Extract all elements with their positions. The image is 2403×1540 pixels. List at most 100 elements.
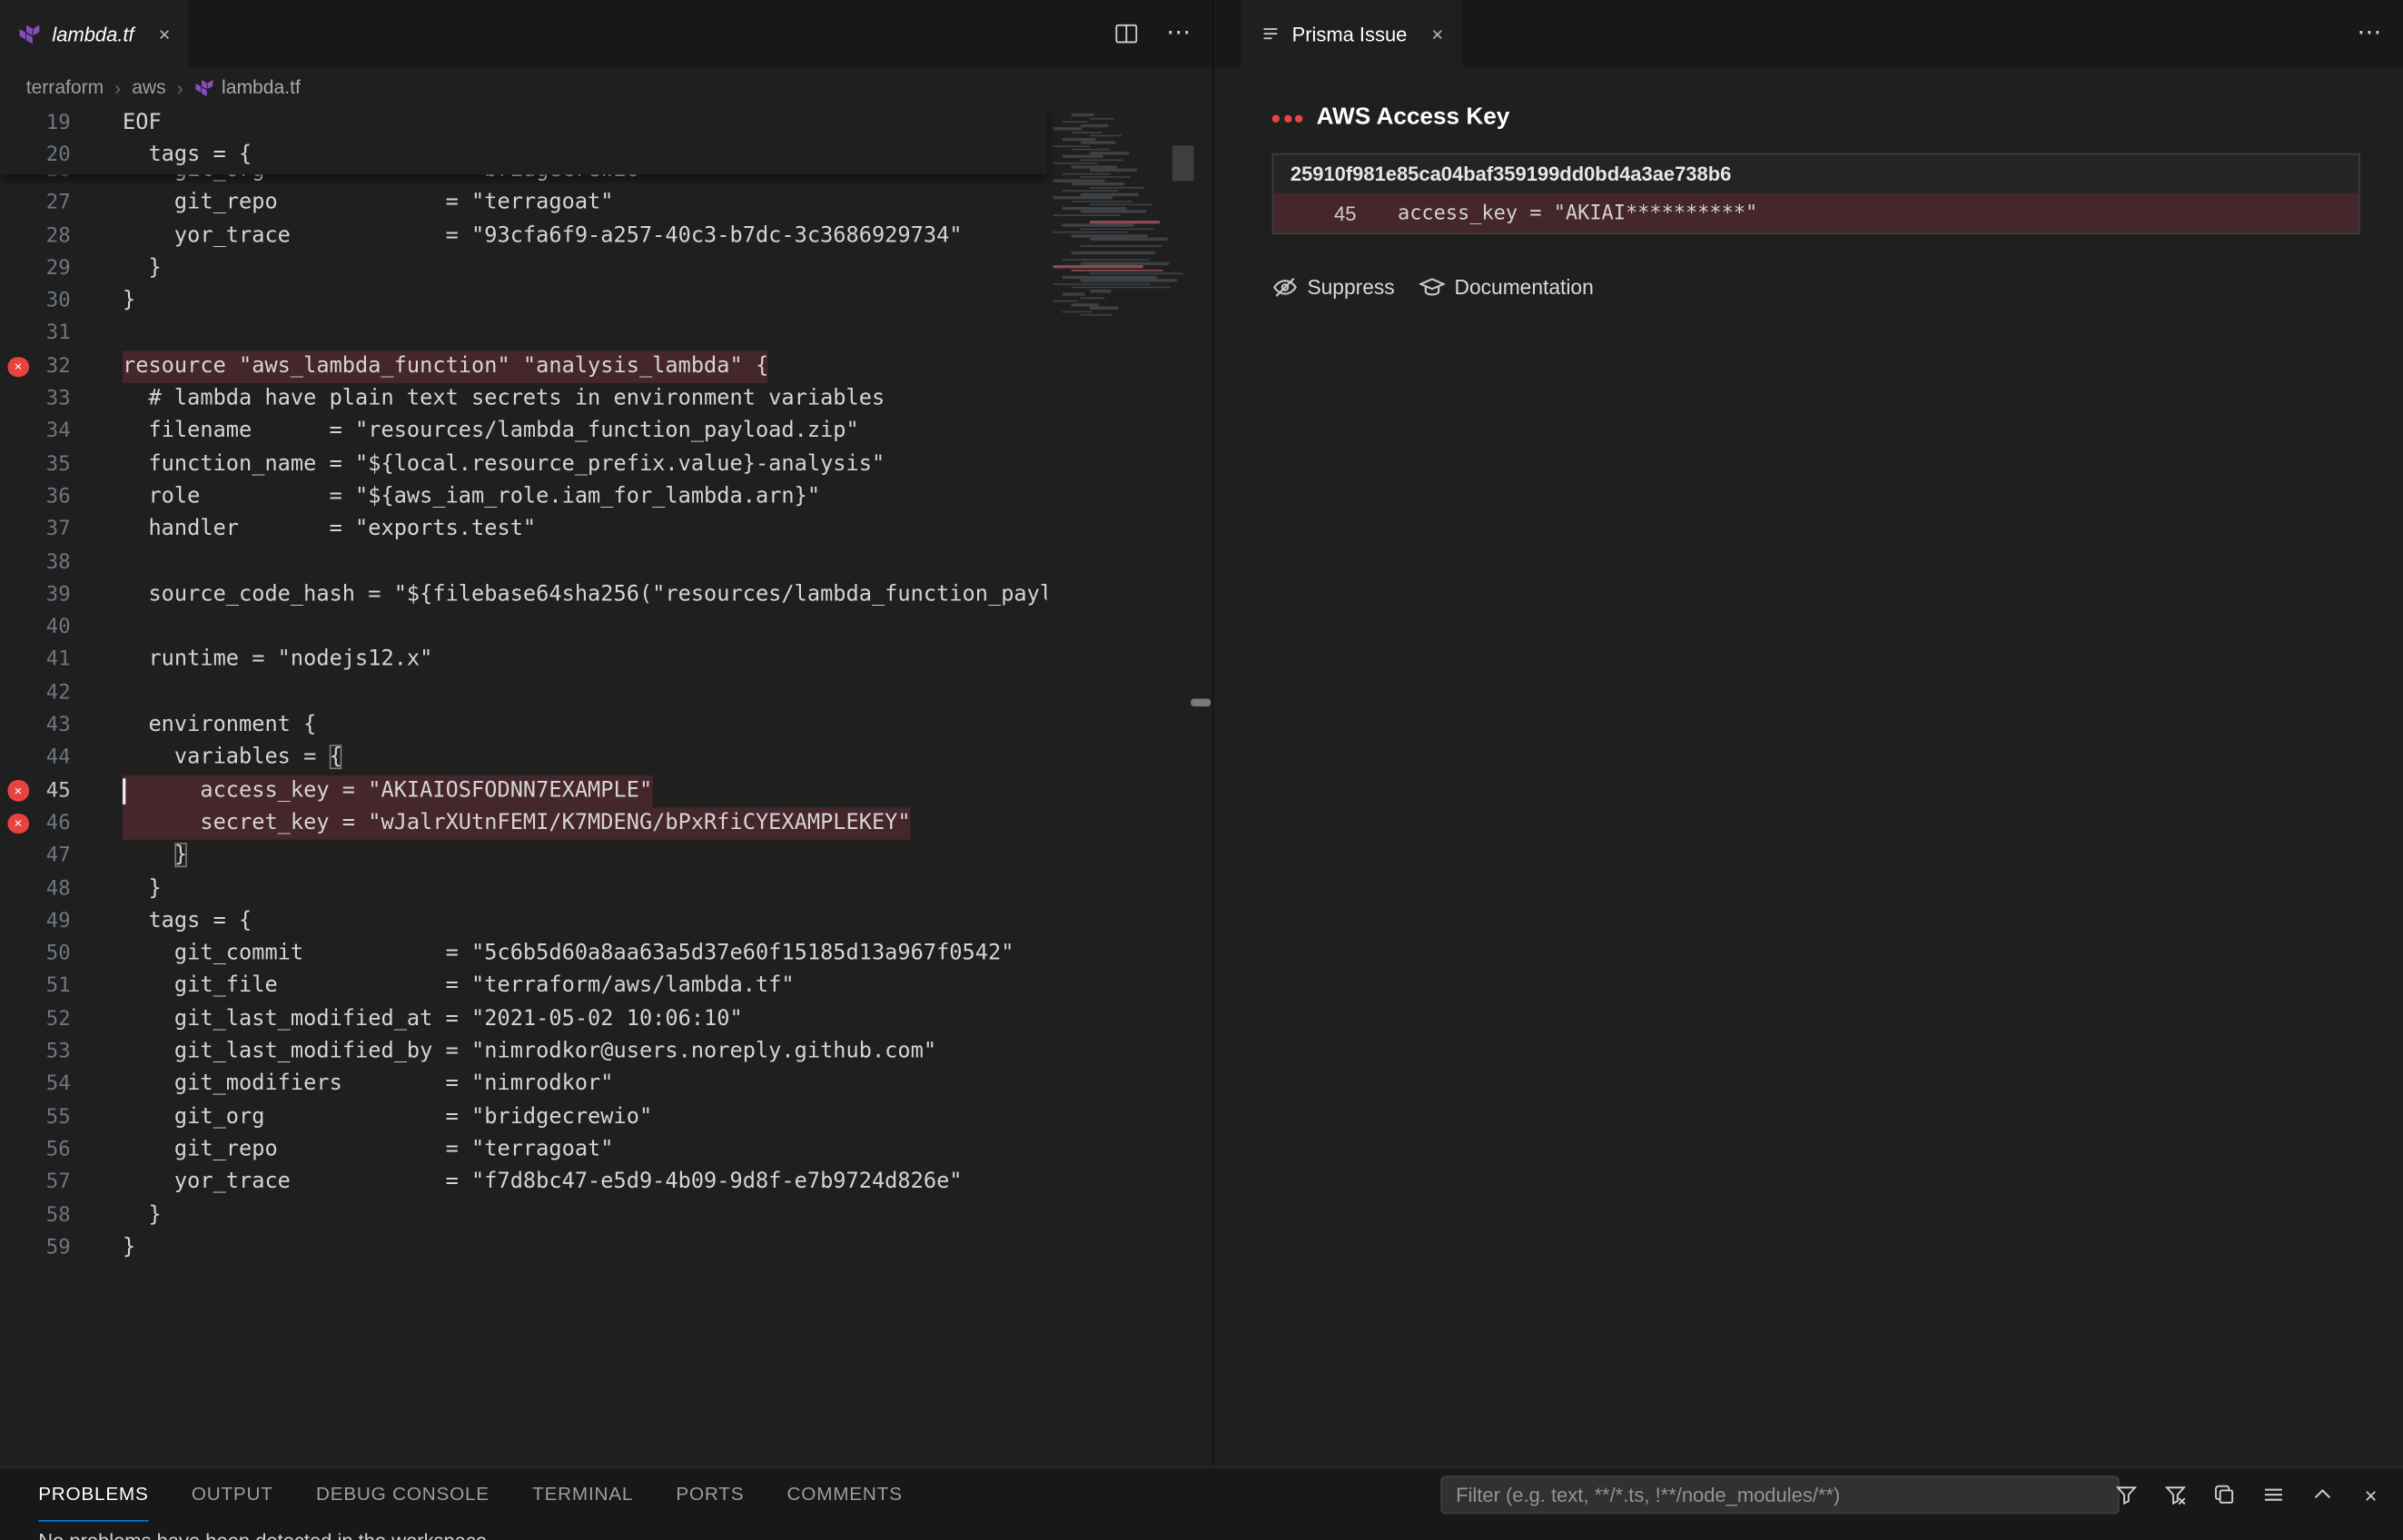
- finding-code-row[interactable]: 45 access_key = "AKIAI**********": [1273, 193, 2358, 233]
- finding-id: 25910f981e85ca04baf359199dd0bd4a3ae738b6: [1273, 154, 2358, 192]
- minimap-line: [1072, 269, 1163, 271]
- code-line[interactable]: ×32resource "aws_lambda_function" "analy…: [0, 350, 1047, 383]
- code-line[interactable]: 52 git_last_modified_at = "2021-05-02 10…: [0, 1003, 1047, 1036]
- breadcrumb-file[interactable]: lambda.tf: [194, 76, 301, 98]
- code-line[interactable]: 50 git_commit = "5c6b5d60a8aa63a5d37e60f…: [0, 938, 1047, 971]
- code-line[interactable]: 56 git_repo = "terragoat": [0, 1134, 1047, 1167]
- close-tab-icon[interactable]: ×: [1431, 24, 1443, 44]
- code-line[interactable]: 47 }: [0, 840, 1047, 873]
- code-line[interactable]: 44 variables = {: [0, 742, 1047, 775]
- code-line[interactable]: 51 git_file = "terraform/aws/lambda.tf": [0, 971, 1047, 1003]
- code-line[interactable]: 43 environment {: [0, 709, 1047, 742]
- error-marker-icon[interactable]: ×: [7, 814, 28, 834]
- code-text: git_last_modified_at = "2021-05-02 10:06…: [123, 1003, 743, 1036]
- problems-filter-input[interactable]: [1440, 1476, 2120, 1514]
- code-text: EOF: [123, 107, 162, 140]
- code-line[interactable]: 54 git_modifiers = "nimrodkor": [0, 1069, 1047, 1101]
- code-line[interactable]: 42: [0, 676, 1047, 709]
- line-number: 33: [0, 383, 71, 416]
- line-number: 58: [0, 1199, 71, 1231]
- code-line[interactable]: 57 yor_trace = "f7d8bc47-e5d9-4b09-9d8f-…: [0, 1167, 1047, 1199]
- split-editor-icon[interactable]: [1114, 22, 1139, 46]
- minimap-line: [1081, 262, 1170, 265]
- code-text: filename = "resources/lambda_function_pa…: [123, 416, 859, 449]
- error-marker-icon[interactable]: ×: [7, 356, 28, 377]
- chevron-up-icon[interactable]: [2308, 1481, 2335, 1508]
- code-text: git_repo = "terragoat": [123, 187, 614, 220]
- code-text: git_repo = "terragoat": [123, 1134, 614, 1167]
- documentation-label: Documentation: [1455, 276, 1594, 299]
- code-editor[interactable]: 26 git_org = "bridgecrewio"27 git_repo =…: [0, 107, 1212, 1466]
- code-line[interactable]: 35 function_name = "${local.resource_pre…: [0, 449, 1047, 481]
- minimap-line: [1062, 276, 1157, 279]
- open-in-editor-icon[interactable]: [2210, 1481, 2237, 1508]
- code-line[interactable]: ×45 access_key = "AKIAIOSFODNN7EXAMPLE": [0, 775, 1047, 807]
- line-number: 49: [0, 905, 71, 938]
- tab-lambda-tf[interactable]: lambda.tf ×: [0, 0, 189, 67]
- breadcrumb-aws[interactable]: aws: [132, 76, 166, 98]
- bottom-tab-problems[interactable]: PROBLEMS: [38, 1468, 148, 1522]
- code-line[interactable]: 37 handler = "exports.test": [0, 514, 1047, 547]
- minimap-line: [1072, 131, 1103, 133]
- menu-icon[interactable]: [2259, 1481, 2286, 1508]
- vscode-window: lambda.tf × ⋯ Prisma Issue: [0, 0, 2403, 1540]
- code-line[interactable]: 41 runtime = "nodejs12.x": [0, 645, 1047, 677]
- code-line[interactable]: 38: [0, 547, 1047, 579]
- line-number: 35: [0, 449, 71, 481]
- code-line[interactable]: 59}: [0, 1231, 1047, 1264]
- code-text: # lambda have plain text secrets in envi…: [123, 383, 885, 416]
- sash-resize-handle[interactable]: [1191, 699, 1211, 706]
- code-line[interactable]: 28 yor_trace = "93cfa6f9-a257-40c3-b7dc-…: [0, 220, 1047, 252]
- code-line[interactable]: 34 filename = "resources/lambda_function…: [0, 416, 1047, 449]
- finding-line-number: 45: [1273, 202, 1356, 224]
- breadcrumb-terraform[interactable]: terraform: [26, 76, 104, 98]
- issue-title: AWS Access Key: [1317, 104, 1510, 132]
- minimap-line: [1062, 224, 1133, 227]
- bottom-tab-output[interactable]: OUTPUT: [192, 1468, 273, 1522]
- bottom-tab-comments[interactable]: COMMENTS: [787, 1468, 903, 1522]
- code-line[interactable]: 20 tags = {: [0, 140, 1047, 173]
- code-line[interactable]: 30}: [0, 285, 1047, 318]
- close-panel-icon[interactable]: ×: [2357, 1481, 2384, 1508]
- code-text: }: [123, 285, 135, 318]
- minimap[interactable]: [1047, 111, 1172, 1459]
- tab-prisma-issue[interactable]: Prisma Issue ×: [1241, 0, 1462, 67]
- code-line[interactable]: ×46 secret_key = "wJalrXUtnFEMI/K7MDENG/…: [0, 807, 1047, 840]
- code-line[interactable]: 27 git_repo = "terragoat": [0, 187, 1047, 220]
- code-line[interactable]: 33 # lambda have plain text secrets in e…: [0, 383, 1047, 416]
- suppress-button[interactable]: Suppress: [1272, 274, 1395, 301]
- bottom-tab-ports[interactable]: PORTS: [676, 1468, 744, 1522]
- code-line[interactable]: 31: [0, 318, 1047, 350]
- bottom-tab-debug-console[interactable]: DEBUG CONSOLE: [316, 1468, 490, 1522]
- error-marker-icon[interactable]: ×: [7, 781, 28, 802]
- minimap-line: [1053, 196, 1112, 199]
- filter-icon[interactable]: [2111, 1481, 2139, 1508]
- code-line[interactable]: 19EOF: [0, 107, 1047, 140]
- code-line[interactable]: 40: [0, 612, 1047, 645]
- close-tab-icon[interactable]: ×: [159, 24, 171, 44]
- vertical-scrollbar[interactable]: [1172, 145, 1194, 181]
- code-line[interactable]: 58 }: [0, 1199, 1047, 1231]
- code-line[interactable]: 48 }: [0, 873, 1047, 905]
- code-line[interactable]: 39 source_code_hash = "${filebase64sha25…: [0, 579, 1047, 612]
- more-actions-icon[interactable]: ⋯: [1166, 22, 1191, 46]
- line-number: 42: [0, 676, 71, 709]
- code-line[interactable]: 49 tags = {: [0, 905, 1047, 938]
- code-text: }: [123, 1231, 135, 1264]
- prisma-issue-panel: AWS Access Key 25910f981e85ca04baf359199…: [1212, 67, 2403, 1466]
- minimap-line: [1090, 134, 1122, 137]
- more-actions-icon[interactable]: ⋯: [2357, 22, 2381, 46]
- code-line[interactable]: 55 git_org = "bridgecrewio": [0, 1101, 1047, 1134]
- line-number: 38: [0, 547, 71, 579]
- documentation-button[interactable]: Documentation: [1419, 274, 1594, 301]
- code-line[interactable]: 53 git_last_modified_by = "nimrodkor@use…: [0, 1036, 1047, 1069]
- code-line[interactable]: 29 }: [0, 252, 1047, 285]
- bottom-tab-terminal[interactable]: TERMINAL: [532, 1468, 633, 1522]
- clear-filter-icon[interactable]: [2161, 1481, 2188, 1508]
- minimap-line: [1072, 200, 1133, 202]
- minimap-line: [1053, 162, 1097, 164]
- minimap-line: [1062, 173, 1111, 175]
- code-line[interactable]: 36 role = "${aws_iam_role.iam_for_lambda…: [0, 481, 1047, 514]
- line-number: 57: [0, 1167, 71, 1199]
- editor-group-actions: ⋯: [1114, 0, 1191, 67]
